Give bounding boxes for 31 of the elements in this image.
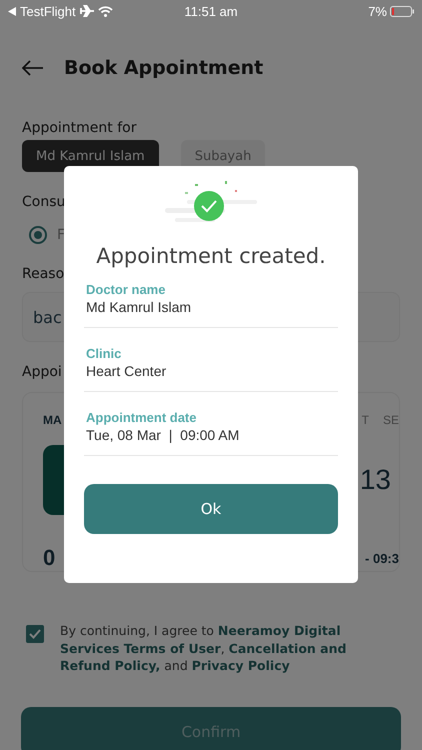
field-label: Clinic xyxy=(86,346,122,361)
wifi-icon xyxy=(98,6,113,16)
date-tile[interactable]: 13 xyxy=(360,445,391,515)
dialog-title: Appointment created. xyxy=(95,244,327,268)
time-slot-text: - 09:3 xyxy=(365,550,399,566)
time-text: 11:51 am xyxy=(184,4,238,18)
section-label: Reaso xyxy=(22,266,64,282)
field-label: Doctor name xyxy=(86,282,166,297)
month-label: T xyxy=(362,413,369,427)
battery-percent: 7% xyxy=(368,4,387,18)
month-label: MA xyxy=(43,413,62,427)
airplane-icon xyxy=(80,5,94,17)
section-label: Consu xyxy=(22,194,66,210)
agreement-text: By continuing, I agree to Neeramoy Digital Services Terms of User, Cancellation and Refund Policy, and Privacy Policy xyxy=(60,622,348,674)
back-triangle-icon[interactable] xyxy=(8,6,16,16)
option-label: F xyxy=(57,227,66,243)
field-value: Md Kamrul Islam xyxy=(86,299,192,315)
field-label: Appointment date xyxy=(86,410,198,425)
ok-button[interactable]: Ok xyxy=(84,484,338,534)
carrier-text: TestFlight xyxy=(20,4,76,18)
back-arrow-icon[interactable] xyxy=(22,60,44,76)
section-label: Appoi xyxy=(22,364,62,380)
page-title: Book Appointment xyxy=(64,57,264,79)
section-label: Appointment for xyxy=(22,120,136,136)
field-value: Heart Center xyxy=(86,363,168,379)
field-value: Tue, 08 Mar | 09:00 AM xyxy=(86,427,240,443)
month-label: SE xyxy=(382,413,399,427)
battery-icon xyxy=(390,6,414,16)
time-slot-text: 0 xyxy=(43,545,56,571)
agree-checkbox[interactable] xyxy=(26,625,44,643)
radio-button[interactable] xyxy=(29,226,47,244)
